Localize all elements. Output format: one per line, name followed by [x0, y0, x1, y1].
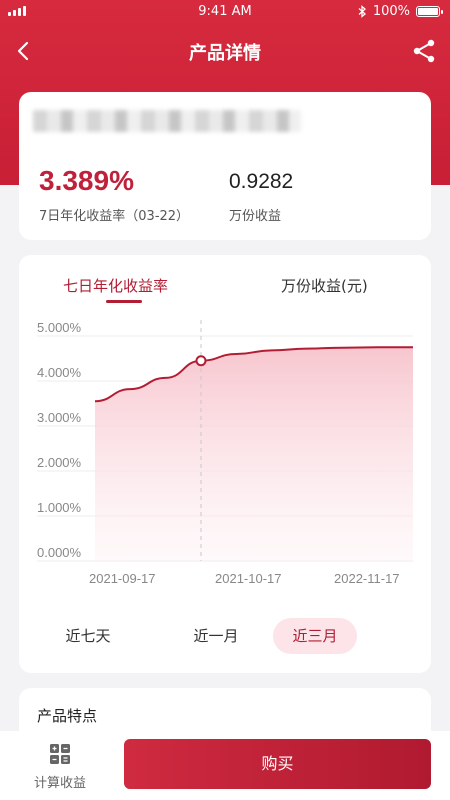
- wan-income-label: 万份收益: [229, 209, 282, 224]
- tab-seven-day-yield[interactable]: 七日年化收益率: [63, 275, 168, 296]
- x-tick-label: 2021-09-17: [89, 571, 156, 586]
- calculator-icon: [50, 744, 70, 764]
- product-info-card: 3.389% 7日年化收益率（03-22） 0.9282 万份收益: [19, 92, 431, 240]
- product-name-redacted: [33, 110, 301, 132]
- battery-percent: 100%: [372, 4, 410, 19]
- features-title: 产品特点: [37, 707, 98, 725]
- y-tick-label: 1.000%: [37, 500, 82, 515]
- buy-button[interactable]: 购买: [124, 739, 431, 789]
- y-tick-label: 4.000%: [37, 365, 82, 380]
- chart-card: 七日年化收益率 万份收益(元) 5.000% 4.000% 3.000% 2.000%…: [19, 255, 431, 673]
- range-7d-button[interactable]: 近七天: [46, 618, 130, 654]
- calculate-income-button[interactable]: 计算收益: [20, 743, 100, 791]
- y-tick-label: 5.000%: [37, 320, 82, 335]
- tab-underline: [106, 300, 142, 303]
- bottom-action-bar: 计算收益 购买: [0, 731, 450, 800]
- share-icon[interactable]: [412, 38, 436, 64]
- bluetooth-icon: [358, 5, 366, 18]
- x-tick-label: 2021-10-17: [215, 571, 282, 586]
- x-tick-label: 2022-11-17: [334, 571, 400, 586]
- chart-highlight-point[interactable]: [195, 355, 207, 367]
- y-tick-label: 0.000%: [37, 545, 82, 560]
- battery-icon: [416, 6, 443, 17]
- yield-label: 7日年化收益率（03-22）: [39, 209, 190, 224]
- chart-area-fill: [95, 347, 413, 561]
- yield-chart: 5.000% 4.000% 3.000% 2.000% 1.000% 0.000% 202…: [37, 320, 413, 586]
- status-bar: 9:41 AM 100%: [0, 0, 450, 24]
- range-3m-button[interactable]: 近三月: [273, 618, 357, 654]
- y-tick-label: 2.000%: [37, 455, 82, 470]
- y-tick-label: 3.000%: [37, 410, 82, 425]
- range-1m-button[interactable]: 近一月: [174, 618, 258, 654]
- calculate-income-label: 计算收益: [33, 776, 86, 791]
- tab-wan-income[interactable]: 万份收益(元): [281, 275, 368, 296]
- nav-bar: 产品详情: [0, 24, 450, 78]
- page-title: 产品详情: [189, 43, 261, 64]
- yield-value: 3.389%: [39, 165, 134, 196]
- wan-income-value: 0.9282: [229, 170, 294, 193]
